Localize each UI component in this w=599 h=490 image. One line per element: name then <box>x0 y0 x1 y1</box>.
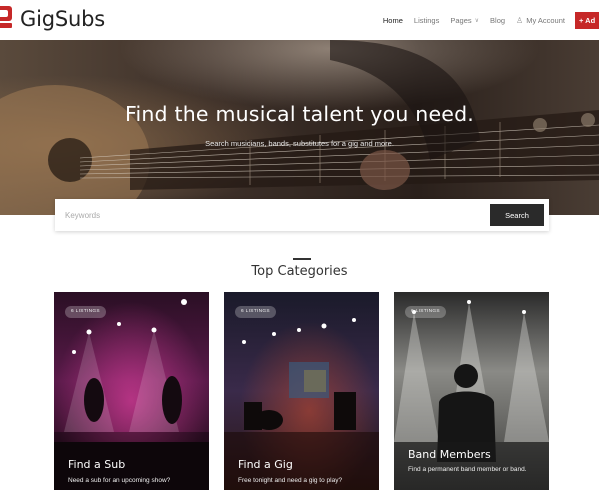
listing-count-badge: 6 LISTINGS <box>405 306 446 318</box>
listing-count-badge: 6 LISTINGS <box>235 306 276 318</box>
keywords-input[interactable] <box>61 205 481 225</box>
nav-pages-label: Pages <box>450 16 472 25</box>
card-description: Free tonight and need a gig to play? <box>238 477 343 484</box>
search-box: Search <box>55 199 549 231</box>
site-logo[interactable]: GigSubs <box>0 6 105 32</box>
search-button[interactable]: Search <box>490 204 544 226</box>
add-listing-button[interactable]: + Ad <box>575 12 599 29</box>
site-header: GigSubs Home Listings Pages ∨ Blog ♙ My Ac… <box>0 0 599 40</box>
chevron-down-icon: ∨ <box>474 18 480 24</box>
card-description: Need a sub for an upcoming show? <box>68 477 171 484</box>
main-nav: Home Listings Pages ∨ Blog ♙ My Account + … <box>372 12 599 29</box>
logo-text: GigSubs <box>20 7 105 31</box>
card-title: Find a Sub <box>68 458 126 471</box>
category-card-band-members[interactable]: 6 LISTINGS Band Members Find a permanent… <box>394 292 549 490</box>
nav-listings[interactable]: Listings <box>414 16 439 25</box>
hero-guitar-image <box>0 40 599 215</box>
nav-my-account[interactable]: ♙ My Account <box>516 16 565 25</box>
hero-title: Find the musical talent you need. <box>124 102 475 126</box>
nav-pages[interactable]: Pages ∨ <box>450 16 479 25</box>
listing-count-badge: 6 LISTINGS <box>65 306 106 318</box>
card-title: Find a Gig <box>238 458 293 471</box>
category-card-find-a-sub[interactable]: 6 LISTINGS Find a Sub Need a sub for an … <box>54 292 209 490</box>
nav-my-account-label: My Account <box>526 16 565 25</box>
section-title: Top Categories <box>251 264 348 279</box>
section-divider <box>293 258 311 260</box>
gigsubs-logo-icon <box>0 6 14 32</box>
user-icon: ♙ <box>516 16 524 25</box>
card-title: Band Members <box>408 448 491 461</box>
hero-banner: Find the musical talent you need. Search… <box>0 40 599 215</box>
card-description: Find a permanent band member or band. <box>408 466 527 473</box>
hero-subtitle: Search musicians, bands, substitutes for… <box>205 139 394 148</box>
nav-blog[interactable]: Blog <box>490 16 505 25</box>
nav-home[interactable]: Home <box>383 16 403 25</box>
category-card-find-a-gig[interactable]: 6 LISTINGS Find a Gig Free tonight and n… <box>224 292 379 490</box>
